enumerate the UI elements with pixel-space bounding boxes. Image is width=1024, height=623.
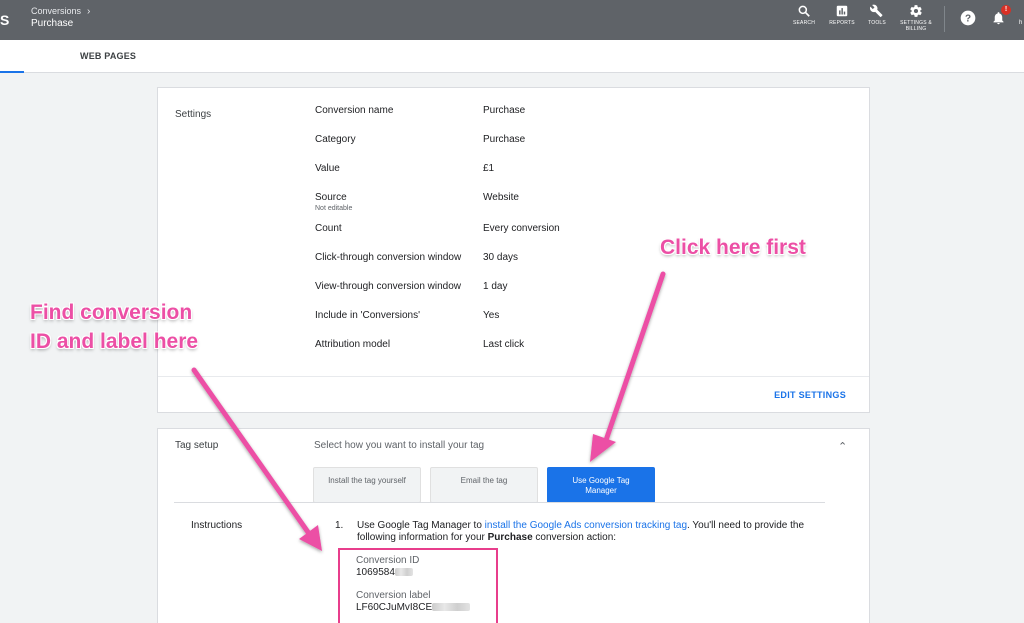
settings-row-key: Source Not editable [315,192,485,212]
reports-icon [836,5,848,17]
settings-row-key: Include in 'Conversions' [315,310,420,321]
settings-row-value: Website [483,192,519,203]
settings-divider [158,376,869,377]
settings-row-value: Yes [483,310,500,321]
redacted-blur [394,568,413,577]
breadcrumb-conversions[interactable]: Conversions [31,6,81,16]
settings-row-key: Click-through conversion window [315,252,462,263]
step-text-after: conversion action: [532,532,617,543]
click-here-annotation: Click here first [660,236,806,259]
settings-card-title: Settings [175,109,212,120]
conversion-id-value[interactable]: 1069584 [356,567,413,578]
edit-settings-button[interactable]: EDIT SETTINGS [774,390,846,400]
settings-row-key: Count [315,223,342,234]
conversion-label-text: LF60CJuMvI8CE [356,602,433,613]
google-tag-manager-option-label: Use Google Tag Manager [572,476,630,495]
search-button-label: SEARCH [792,20,816,26]
install-yourself-option[interactable]: Install the tag yourself [313,467,421,503]
find-conversion-annotation-line2: ID and label here [30,330,199,353]
collapse-chevron-icon[interactable]: ⌃ [838,440,847,453]
active-tab-indicator [0,71,24,73]
settings-row-key-text: Source [315,192,347,203]
search-icon [798,5,810,17]
settings-row-key: Conversion name [315,105,394,116]
svg-text:?: ? [965,13,971,24]
settings-row-key: Category [315,134,356,145]
settings-row-value: Purchase [483,105,526,116]
tag-setup-prompt: Select how you want to install your tag [314,440,485,451]
step-text-before: Use Google Tag Manager to [357,520,485,531]
settings-row-key: View-through conversion window [315,281,462,292]
top-app-bar: S Conversions › Purchase SEARCH REPORTS T… [0,0,1024,40]
instructions-label: Instructions [191,520,243,531]
settings-row-value: 1 day [483,281,508,292]
find-conversion-annotation-line1: Find conversion [30,301,193,324]
install-tag-link[interactable]: install the Google Ads conversion tracki… [485,520,687,531]
google-tag-manager-option[interactable]: Use Google Tag Manager [547,467,655,503]
step-text: Use Google Tag Manager to install the Go… [357,520,812,544]
conversion-action-name: Purchase [487,532,533,543]
email-tag-option[interactable]: Email the tag [430,467,538,503]
sub-header: WEB PAGES [0,40,1024,73]
account-menu-fragment[interactable]: h [1019,20,1022,26]
help-button[interactable]: ? [960,10,976,31]
page-title: Purchase [31,18,74,29]
breadcrumb[interactable]: Conversions › [31,6,90,17]
settings-row-value: 30 days [483,252,519,263]
reports-button[interactable]: REPORTS [822,4,862,26]
breadcrumb-chevron-icon: › [87,6,91,17]
search-button[interactable]: SEARCH [784,4,824,26]
help-icon: ? [960,10,976,26]
settings-row-key: Value [315,163,340,174]
settings-row-key: Attribution model [315,339,391,350]
toolbar-divider [944,6,945,32]
conversion-id-label: Conversion ID [356,555,420,566]
not-editable-note: Not editable [315,205,353,212]
settings-row-value: Last click [483,339,525,350]
conversion-id-text: 1069584 [356,567,395,578]
notification-badge: ! [1001,5,1011,15]
tools-button-label: TOOLS [868,20,886,26]
settings-billing-label-line2: BILLING [905,26,927,32]
app-logo-fragment: S [0,12,10,28]
settings-row-value: Every conversion [483,223,560,234]
conversion-label-value[interactable]: LF60CJuMvI8CE [356,602,471,613]
settings-billing-button[interactable]: SETTINGS & BILLING [896,4,936,32]
gear-icon [910,5,922,17]
tag-setup-title: Tag setup [175,440,219,451]
reports-button-label: REPORTS [829,20,855,26]
settings-row-value: Purchase [483,134,526,145]
tag-setup-divider [174,502,825,503]
step-number: 1. [335,520,344,531]
redacted-blur [432,603,471,612]
settings-row-value: £1 [483,163,495,174]
settings-billing-label: SETTINGS & BILLING [896,20,936,32]
tab-web-pages[interactable]: WEB PAGES [80,51,136,61]
tools-button[interactable]: TOOLS [857,4,897,26]
tag-setup-card: Tag setup Select how you want to install… [157,428,870,623]
tools-icon [870,4,883,18]
conversion-label-label: Conversion label [356,590,431,601]
